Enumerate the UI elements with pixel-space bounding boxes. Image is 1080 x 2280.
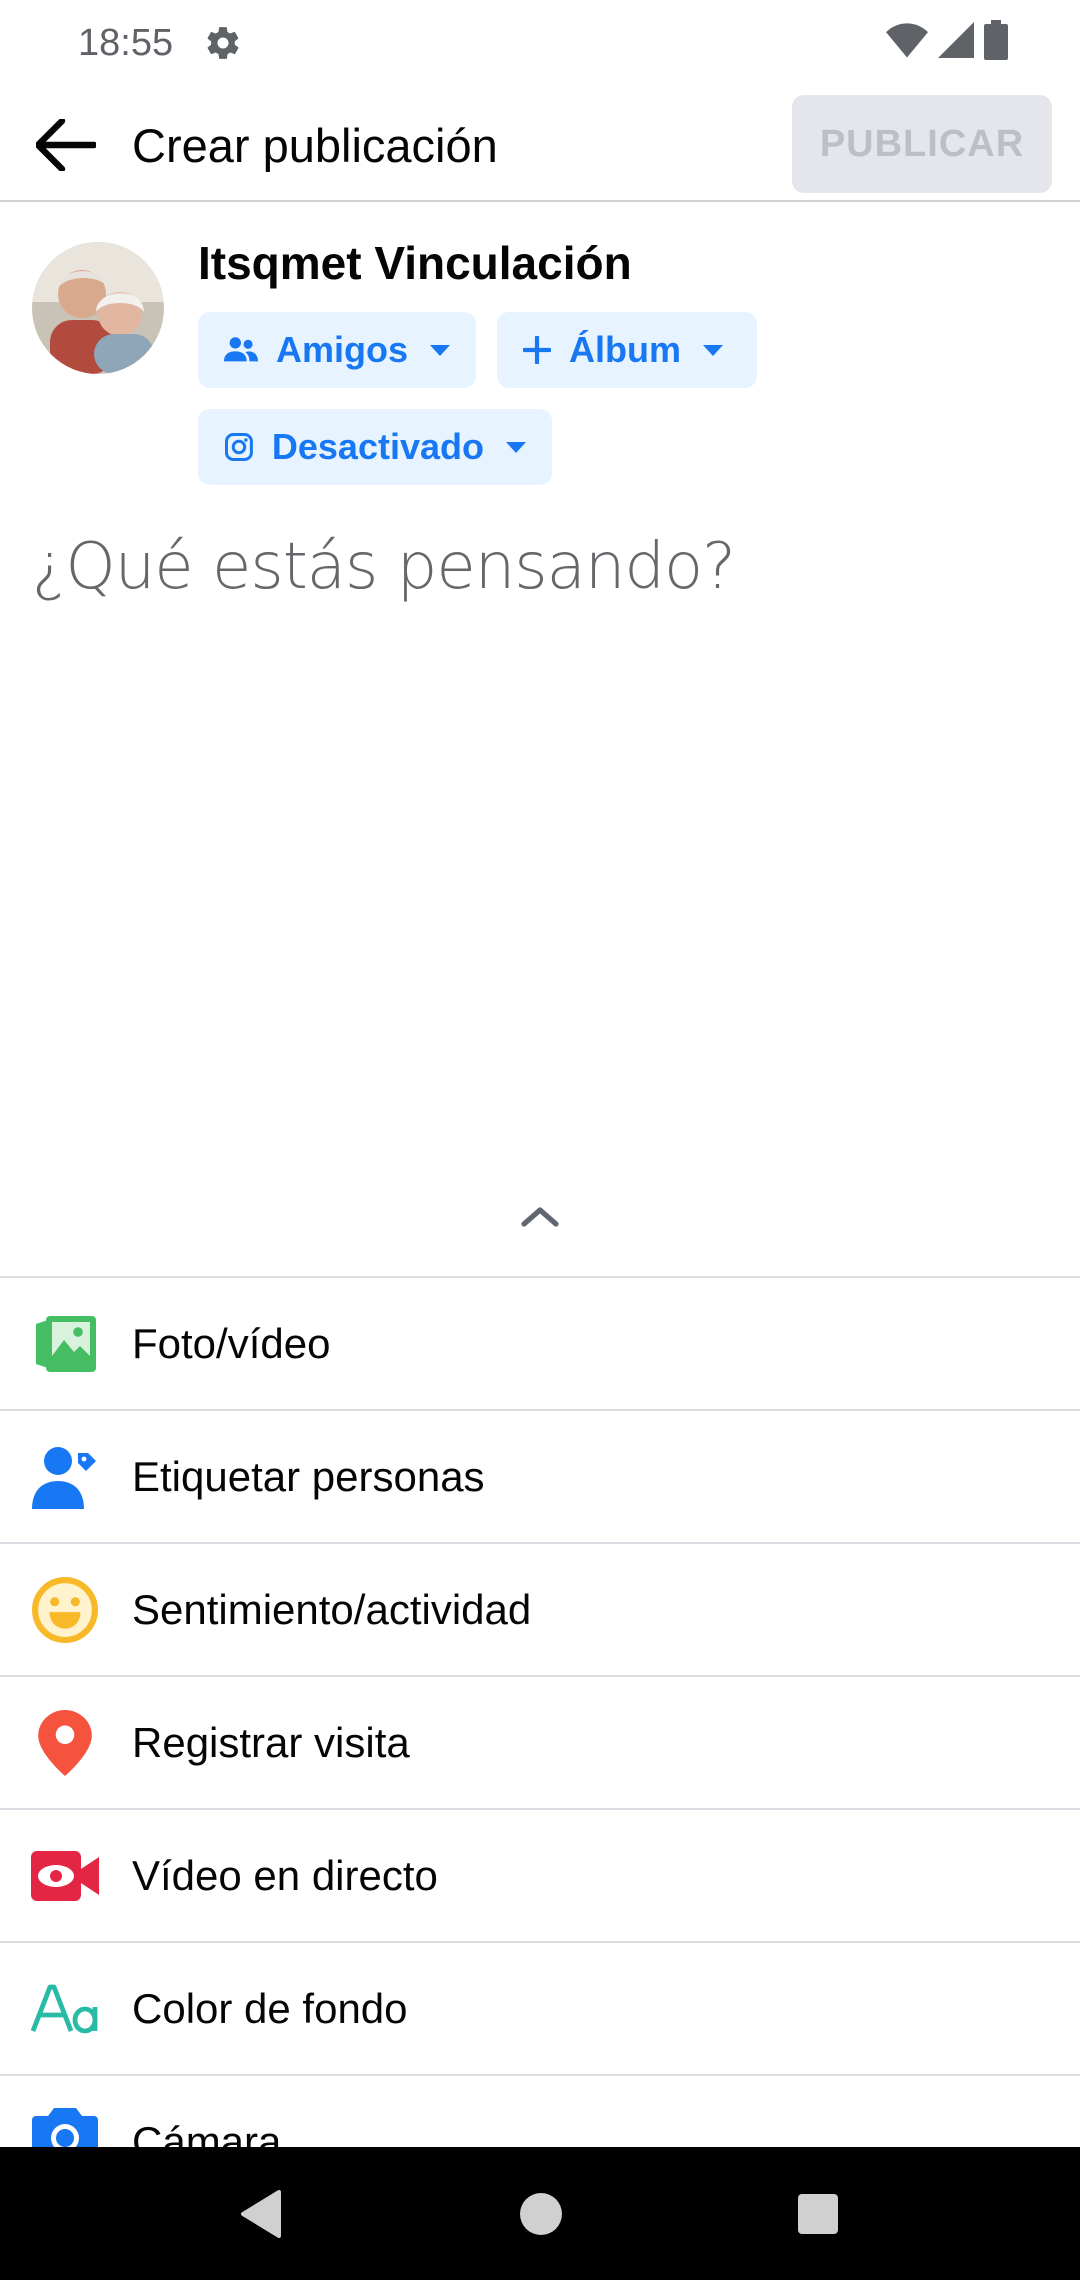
chevron-up-icon[interactable]	[516, 1196, 564, 1236]
app-bar: Crear publicación PUBLICAR	[0, 88, 1080, 202]
settings-gear-icon	[204, 24, 242, 62]
avatar[interactable]	[32, 242, 164, 374]
status-bar: 18:55	[0, 0, 1080, 88]
post-options-list: Foto/vídeo Etiquetar personas Sentimient…	[0, 1276, 1080, 2147]
action-tag-people[interactable]: Etiquetar personas	[0, 1409, 1080, 1542]
live-video-icon	[30, 1841, 100, 1911]
action-background-color[interactable]: Color de fondo	[0, 1941, 1080, 2074]
user-name: Itsqmet Vinculación	[198, 237, 632, 289]
friends-icon	[224, 337, 258, 362]
action-label: Registrar visita	[132, 1718, 410, 1766]
background-color-icon	[30, 1974, 100, 2044]
instagram-icon	[224, 433, 253, 461]
chevron-down-icon	[430, 344, 450, 356]
audience-selector[interactable]: Amigos	[198, 312, 476, 388]
chevron-down-icon	[703, 344, 723, 356]
location-pin-icon	[30, 1708, 100, 1778]
action-check-in[interactable]: Registrar visita	[0, 1675, 1080, 1808]
back-arrow-icon	[36, 119, 96, 171]
nav-home-button[interactable]	[474, 2147, 607, 2280]
action-feeling-activity[interactable]: Sentimiento/actividad	[0, 1542, 1080, 1675]
action-live-video[interactable]: Vídeo en directo	[0, 1808, 1080, 1941]
action-label: Cámara	[132, 2117, 282, 2148]
system-nav-bar	[0, 2147, 1080, 2280]
battery-icon	[984, 19, 1008, 65]
nav-back-button[interactable]	[194, 2147, 327, 2280]
publish-button[interactable]: PUBLICAR	[792, 95, 1052, 193]
page-title: Crear publicación	[132, 119, 498, 172]
feeling-icon	[30, 1575, 100, 1645]
post-text-input[interactable]: ¿Qué estás pensando?	[32, 530, 1052, 604]
circle-home-icon	[519, 2192, 562, 2235]
instagram-share-selector[interactable]: Desactivado	[198, 409, 552, 485]
action-label: Color de fondo	[132, 1984, 408, 2032]
album-selector[interactable]: Álbum	[497, 312, 757, 388]
status-time: 18:55	[78, 22, 174, 64]
nav-recents-button[interactable]	[751, 2147, 884, 2280]
action-camera[interactable]: Cámara	[0, 2074, 1080, 2147]
back-button[interactable]	[28, 110, 104, 180]
action-label: Etiquetar personas	[132, 1452, 485, 1500]
status-icons	[886, 19, 1008, 65]
tag-people-icon	[30, 1442, 100, 1512]
instagram-label: Desactivado	[271, 426, 484, 467]
plus-icon	[523, 336, 551, 364]
signal-icon	[938, 21, 974, 63]
action-label: Vídeo en directo	[132, 1851, 438, 1899]
wifi-icon	[886, 22, 928, 63]
action-label: Sentimiento/actividad	[132, 1585, 532, 1633]
action-label: Foto/vídeo	[132, 1319, 331, 1367]
photo-video-icon	[30, 1309, 100, 1379]
triangle-back-icon	[240, 2189, 281, 2238]
action-photo-video[interactable]: Foto/vídeo	[0, 1276, 1080, 1409]
album-label: Álbum	[569, 329, 681, 370]
chevron-down-icon	[506, 441, 526, 453]
audience-label: Amigos	[275, 329, 408, 370]
square-recents-icon	[797, 2193, 838, 2234]
camera-icon	[30, 2101, 100, 2147]
